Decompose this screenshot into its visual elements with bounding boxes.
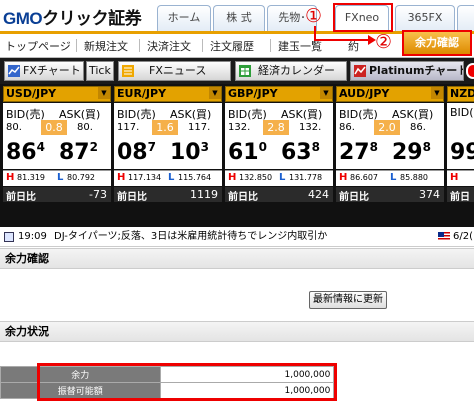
bid-price[interactable]: 278 bbox=[339, 141, 378, 165]
high-low-row: H bbox=[447, 170, 474, 186]
ask-price[interactable]: 872 bbox=[59, 141, 98, 165]
currency-pair-label: NZD/ bbox=[447, 86, 474, 102]
bid-prefix: 80. bbox=[6, 122, 22, 133]
bid-price[interactable]: 610 bbox=[228, 141, 267, 165]
gmo-click-fxneo-screen: GMOクリック証券 ホーム 株 式 先物･ FXneo 365FX トップページ… bbox=[0, 0, 474, 404]
bid-prefix: 86. bbox=[339, 122, 355, 133]
bid-price[interactable]: 087 bbox=[117, 141, 156, 165]
high-low-row: H 81.319 L 80.792 bbox=[3, 170, 111, 186]
overflow-indicator-icon bbox=[466, 63, 474, 79]
section-title-margin-check: 余力確認 bbox=[0, 248, 474, 269]
nav-new-order[interactable]: 新規注文 bbox=[84, 38, 128, 54]
rate-panel-usdjpy[interactable]: USD/JPY ▼ BID(売) ASK(買) 80. 0.8 80. 864 8… bbox=[3, 86, 111, 224]
nav-divider bbox=[202, 39, 203, 52]
high-low-row: H 132.850 L 131.778 bbox=[225, 170, 333, 186]
rate-body: BID(売) ASK(買) 86. 2.0 86. 278 298 bbox=[336, 103, 444, 169]
annotation-arrow bbox=[314, 26, 376, 45]
annotation-1: ① bbox=[305, 5, 323, 27]
high-low-row: H 86.607 L 85.880 bbox=[336, 170, 444, 186]
bid-prefix: 132. bbox=[228, 122, 251, 133]
nav-order-history[interactable]: 注文履歴 bbox=[210, 38, 254, 54]
rate-body: BID(売) ASK(買) 132. 2.8 132. 610 638 bbox=[225, 103, 333, 169]
bid-label: BID(売) bbox=[339, 108, 378, 121]
fx-news-button[interactable]: FXニュース bbox=[118, 61, 231, 81]
high-low-row: H 117.134 L 115.764 bbox=[114, 170, 222, 186]
economic-calendar-button[interactable]: 経済カレンダー bbox=[235, 61, 347, 81]
rate-body: BID( 99 bbox=[447, 103, 474, 169]
bid-label: BID(売) bbox=[117, 108, 156, 121]
ask-prefix: 86. bbox=[410, 122, 426, 133]
daily-change-row: 前日比 1119 bbox=[114, 187, 222, 203]
tab-365fx[interactable]: 365FX bbox=[395, 5, 455, 31]
news-date: 6/2( bbox=[453, 231, 473, 242]
table-spacer bbox=[334, 383, 474, 399]
daily-change-row: 前日比 -73 bbox=[3, 187, 111, 203]
bid-label: BID(売) bbox=[228, 108, 267, 121]
margin-check-button[interactable]: 余力確認 bbox=[402, 30, 472, 56]
news-headline[interactable]: DJ-タイパーツ;反落、3日は米雇用統計待ちでレンジ内取引か bbox=[54, 227, 327, 247]
section-title-margin-status: 余力状況 bbox=[0, 321, 474, 342]
table-spacer bbox=[334, 367, 474, 383]
tick-chart-button[interactable]: Tick bbox=[86, 61, 114, 81]
daily-change-row: 前日 bbox=[447, 187, 474, 203]
ask-price[interactable]: 103 bbox=[170, 141, 209, 165]
bid-price[interactable]: 864 bbox=[6, 141, 45, 165]
spread-badge: 2.0 bbox=[374, 120, 400, 135]
platinum-chart-button[interactable]: Platinumチャート bbox=[350, 61, 464, 81]
status-table-highlight bbox=[37, 363, 337, 401]
chevron-down-icon[interactable]: ▼ bbox=[209, 87, 221, 99]
rate-body: BID(売) ASK(買) 80. 0.8 80. 864 872 bbox=[3, 103, 111, 169]
ask-price[interactable]: 298 bbox=[392, 141, 431, 165]
daily-change-row: 前日比 424 bbox=[225, 187, 333, 203]
ask-price[interactable]: 638 bbox=[281, 141, 320, 165]
ask-prefix: 80. bbox=[77, 122, 93, 133]
refresh-button[interactable]: 最新情報に更新 bbox=[309, 291, 387, 309]
news-time: 19:09 bbox=[18, 231, 47, 242]
nav-divider bbox=[270, 39, 271, 52]
spread-badge: 1.6 bbox=[152, 120, 178, 135]
bid-label: BID( bbox=[450, 106, 474, 119]
rate-body: BID(売) ASK(買) 117. 1.6 117. 087 103 bbox=[114, 103, 222, 169]
gmo-click-logo[interactable]: GMOクリック証券 bbox=[3, 4, 142, 29]
chevron-down-icon[interactable]: ▼ bbox=[98, 87, 110, 99]
bid-label: BID(売) bbox=[6, 108, 45, 121]
bid-price[interactable]: 99 bbox=[450, 141, 474, 165]
chevron-down-icon[interactable]: ▼ bbox=[431, 87, 443, 99]
bid-prefix: 117. bbox=[117, 122, 140, 133]
currency-pair-label: USD/JPY bbox=[3, 86, 111, 102]
nav-divider bbox=[76, 39, 77, 52]
rate-panel-audjpy[interactable]: AUD/JPY ▼ BID(売) ASK(買) 86. 2.0 86. 278 2… bbox=[336, 86, 444, 224]
news-ticker[interactable]: 19:09 DJ-タイパーツ;反落、3日は米雇用統計待ちでレンジ内取引か 6/2… bbox=[0, 227, 474, 247]
quick-toolbar: FXチャート Tick FXニュース 経済カレンダー Platinumチャート bbox=[0, 58, 474, 84]
fx-chart-button[interactable]: FXチャート bbox=[4, 61, 84, 81]
tab-home[interactable]: ホーム bbox=[157, 5, 211, 31]
spread-badge: 0.8 bbox=[41, 120, 67, 135]
news-icon bbox=[122, 65, 134, 77]
rate-panel-strip: USD/JPY ▼ BID(売) ASK(買) 80. 0.8 80. 864 8… bbox=[0, 84, 474, 227]
news-window-icon bbox=[4, 232, 14, 242]
top-header: GMOクリック証券 ホーム 株 式 先物･ FXneo 365FX bbox=[0, 0, 474, 34]
currency-pair-label: AUD/JPY bbox=[336, 86, 444, 102]
spread-badge: 2.8 bbox=[263, 120, 289, 135]
chevron-down-icon[interactable]: ▼ bbox=[320, 87, 332, 99]
calendar-icon bbox=[239, 65, 251, 77]
ask-prefix: 117. bbox=[188, 122, 211, 133]
ask-prefix: 132. bbox=[299, 122, 322, 133]
us-flag-icon bbox=[438, 232, 450, 241]
nav-divider bbox=[139, 39, 140, 52]
currency-pair-label: GBP/JPY bbox=[225, 86, 333, 102]
nav-settlement-order[interactable]: 決済注文 bbox=[147, 38, 191, 54]
nav-top-page[interactable]: トップページ bbox=[5, 38, 71, 54]
rate-panel-eurjpy[interactable]: EUR/JPY ▼ BID(売) ASK(買) 117. 1.6 117. 087… bbox=[114, 86, 222, 224]
currency-pair-label: EUR/JPY bbox=[114, 86, 222, 102]
tab-stocks[interactable]: 株 式 bbox=[213, 5, 265, 31]
rate-panel-gbpjpy[interactable]: GBP/JPY ▼ BID(売) ASK(買) 132. 2.8 132. 610… bbox=[225, 86, 333, 224]
tab-overflow[interactable] bbox=[457, 5, 474, 31]
platinum-chart-icon bbox=[354, 65, 366, 77]
rate-panel-nzdjpy[interactable]: NZD/ BID( 99 H 前日 bbox=[447, 86, 474, 224]
chart-icon bbox=[8, 65, 20, 77]
daily-change-row: 前日比 374 bbox=[336, 187, 444, 203]
